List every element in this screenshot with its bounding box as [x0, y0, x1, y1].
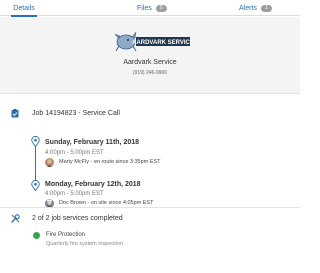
files-count-badge: 0 — [155, 4, 167, 12]
logo-wordmark: AARDVARK SERVICE — [132, 40, 192, 46]
visit-date-2: Monday, February 12th, 2018 — [45, 181, 141, 188]
location-pin-icon — [31, 136, 40, 147]
service-description: Quarterly fire system inspection — [46, 241, 124, 247]
section-divider — [0, 207, 300, 208]
clipboard-check-icon — [11, 109, 19, 118]
tab-alerts[interactable]: Alerts 1 — [239, 0, 272, 16]
company-phone[interactable]: (919) 246-9900 — [0, 70, 300, 76]
tools-icon — [11, 214, 20, 223]
tab-alerts-label: Alerts — [239, 4, 257, 12]
visit-time-1: 4:00pm - 5:00pm EST — [45, 150, 104, 156]
avatar — [45, 158, 54, 167]
tab-files-label: Files — [137, 4, 152, 12]
assigned-tech-2: Doc Brown - on site since 4:05pm EST — [59, 200, 154, 206]
company-header: AARDVARK SERVICE Aardvark Service (919) … — [0, 17, 300, 94]
services-summary: 2 of 2 job services completed — [32, 215, 123, 222]
company-name: Aardvark Service — [123, 59, 177, 66]
company-logo: AARDVARK SERVICE — [114, 31, 192, 52]
tab-details[interactable]: Details — [11, 0, 37, 17]
visit-time-2: 4:00pm - 5:00pm EST — [45, 191, 104, 197]
assigned-tech-1: Marty McFly - en route since 3:35pm EST — [59, 159, 161, 165]
alerts-count-badge: 1 — [260, 4, 272, 12]
tab-bar: Details Files 0 Alerts 1 — [0, 0, 300, 17]
location-pin-icon — [31, 180, 40, 191]
tab-details-label: Details — [13, 4, 35, 12]
service-name[interactable]: Fire Protection — [46, 232, 85, 238]
job-row: Job 14194823 - Service Call — [0, 108, 300, 120]
service-status-complete-icon — [33, 232, 40, 239]
job-title: Job 14194823 - Service Call — [32, 110, 120, 117]
tab-files[interactable]: Files 0 — [137, 0, 167, 16]
visit-date-1: Sunday, February 11th, 2018 — [45, 139, 140, 146]
